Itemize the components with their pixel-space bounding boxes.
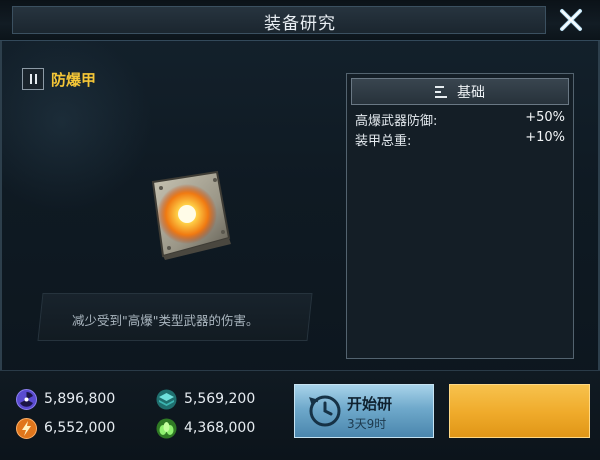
- instant-complete-button[interactable]: [449, 384, 590, 438]
- stats-header-label: 基础: [457, 84, 485, 101]
- stats-tab-basic[interactable]: 基础: [351, 78, 569, 105]
- item-description: 减少受到"高爆"类型武器的伤害。: [72, 313, 259, 328]
- resource-energy: 6,552,000: [16, 417, 115, 439]
- stats-panel: 基础 高爆武器防御: +50% 装甲总重: +10%: [346, 73, 574, 359]
- title-bar: 装备研究: [0, 0, 600, 41]
- resource-value: 6,552,000: [44, 420, 116, 436]
- clock-icon: [309, 395, 341, 427]
- resource-radiation: 5,896,800: [16, 388, 115, 410]
- resource-value: 5,569,200: [184, 391, 256, 407]
- item-name: 防爆甲: [51, 70, 97, 89]
- radiation-icon: [16, 388, 37, 410]
- close-button[interactable]: [552, 4, 590, 36]
- window-title: 装备研究: [264, 14, 336, 34]
- armor-plate-explosion-icon: [145, 168, 237, 260]
- stat-row: 高爆武器防御: +50%: [353, 110, 567, 129]
- stat-value: +10%: [525, 130, 565, 145]
- stat-label: 装甲总重:: [355, 134, 412, 149]
- resource-value: 4,368,000: [184, 420, 256, 436]
- layers-icon: [156, 389, 177, 409]
- stat-value: +50%: [525, 110, 565, 125]
- resource-value: 5,896,800: [44, 391, 116, 407]
- close-x-icon: [560, 9, 582, 31]
- resource-layers: 5,569,200: [156, 388, 255, 410]
- list-icon: [435, 85, 447, 98]
- energy-bolt-icon: [16, 417, 37, 439]
- plant-icon: [156, 418, 177, 438]
- pause-icon[interactable]: [22, 68, 44, 90]
- stat-label: 高爆武器防御:: [355, 114, 438, 129]
- resource-plant: 4,368,000: [156, 417, 255, 439]
- start-research-label: 开始研: [347, 395, 393, 413]
- research-duration: 3天9时: [347, 417, 387, 431]
- item-header: 防爆甲: [22, 66, 96, 92]
- stat-row: 装甲总重: +10%: [353, 130, 567, 149]
- start-research-button[interactable]: 开始研 3天9时: [294, 384, 434, 438]
